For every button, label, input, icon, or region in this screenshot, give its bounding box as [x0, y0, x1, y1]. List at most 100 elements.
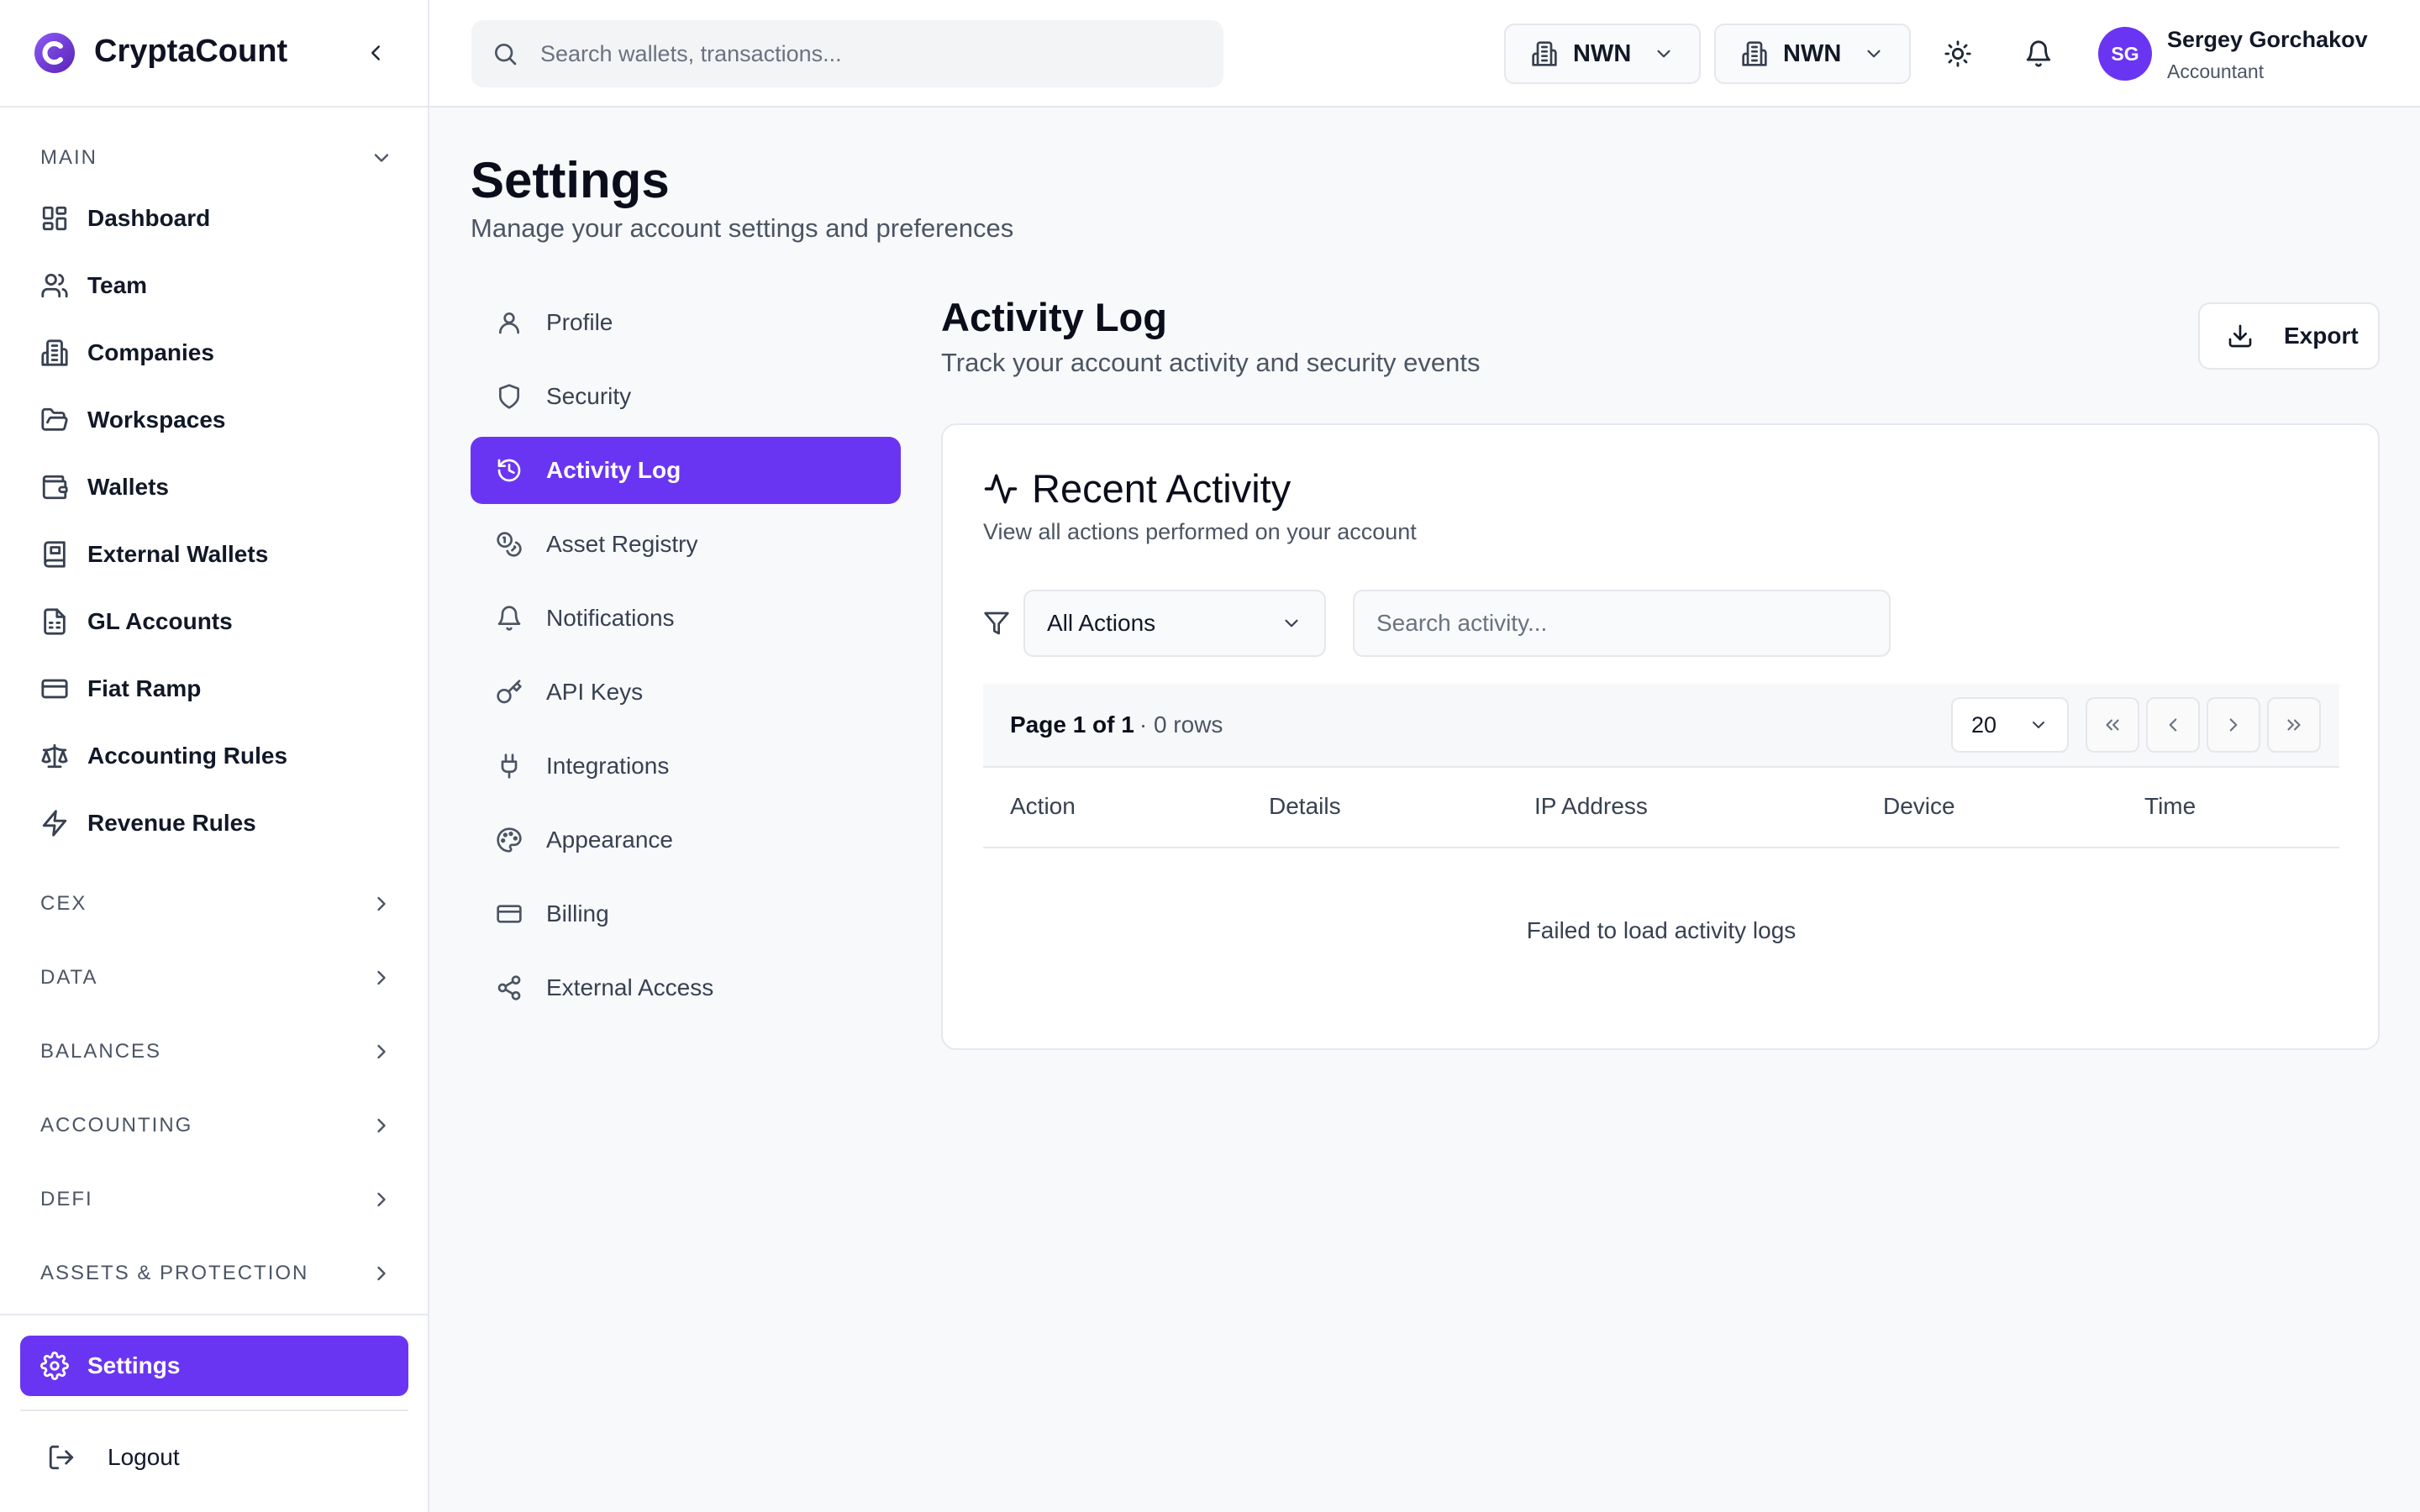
- settings-tab-label: Profile: [546, 309, 613, 335]
- gear-icon: [40, 1352, 69, 1380]
- page-size-select[interactable]: 20: [1951, 697, 2069, 753]
- page-size-value: 20: [1971, 711, 1997, 738]
- card-header: Recent Activity: [983, 465, 1291, 512]
- chevron-down-icon: [1281, 612, 1302, 634]
- building-icon: [1531, 40, 1558, 67]
- activity-search-input[interactable]: Search activity...: [1353, 590, 1891, 657]
- sidebar-item-workspaces[interactable]: Workspaces: [20, 393, 408, 447]
- app-logo-icon: [34, 32, 76, 74]
- download-icon: [2227, 323, 2254, 349]
- sidebar-item-label: GL Accounts: [87, 608, 233, 634]
- chevron-down-icon: [1653, 43, 1675, 65]
- notifications-bell-icon[interactable]: [2024, 39, 2053, 68]
- settings-tab-label: Billing: [546, 900, 609, 927]
- user-name[interactable]: Sergey Gorchakov: [2167, 27, 2368, 53]
- section-label: DATA: [40, 966, 98, 989]
- settings-tab-label: Security: [546, 383, 632, 409]
- book-icon: [40, 540, 69, 569]
- column-header-device[interactable]: Device: [1883, 793, 1955, 820]
- building-icon: [40, 339, 69, 367]
- chevron-right-icon: [370, 1114, 393, 1137]
- settings-tab-security[interactable]: Security: [471, 363, 901, 430]
- settings-tab-external-access[interactable]: External Access: [471, 954, 901, 1021]
- settings-tab-activity-log[interactable]: Activity Log: [471, 437, 901, 504]
- sidebar-item-fiat-ramp[interactable]: Fiat Ramp: [20, 662, 408, 716]
- section-balances[interactable]: BALANCES: [40, 1035, 393, 1068]
- column-header-details[interactable]: Details: [1269, 793, 1341, 820]
- global-search-input[interactable]: Search wallets, transactions...: [471, 20, 1223, 87]
- search-icon: [492, 40, 518, 67]
- chevron-down-icon: [370, 146, 393, 170]
- sidebar-item-external-wallets[interactable]: External Wallets: [20, 528, 408, 581]
- sidebar-item-label: External Wallets: [87, 541, 269, 567]
- sidebar-item-label: Companies: [87, 339, 214, 365]
- section-cex[interactable]: CEX: [40, 887, 393, 921]
- brand-header: CryptaCount: [0, 0, 428, 108]
- chevron-right-icon: [370, 1262, 393, 1285]
- section-label: CEX: [40, 892, 87, 915]
- prev-page-button[interactable]: [2146, 697, 2200, 753]
- next-page-button[interactable]: [2207, 697, 2260, 753]
- history-icon: [496, 457, 523, 484]
- plug-icon: [496, 753, 523, 780]
- activity-icon: [983, 471, 1018, 507]
- sidebar-divider: [20, 1410, 408, 1411]
- settings-tab-billing[interactable]: Billing: [471, 880, 901, 948]
- sidebar-item-team[interactable]: Team: [20, 259, 408, 312]
- settings-tab-integrations[interactable]: Integrations: [471, 732, 901, 800]
- chevrons-right-icon: [2283, 714, 2305, 736]
- first-page-button[interactable]: [2086, 697, 2139, 753]
- dashboard-icon: [40, 204, 69, 233]
- share-icon: [496, 974, 523, 1001]
- sidebar-item-label: Workspaces: [87, 407, 226, 433]
- logout-button[interactable]: Logout: [47, 1432, 180, 1483]
- settings-tab-api-keys[interactable]: API Keys: [471, 659, 901, 726]
- sidebar-item-label: Fiat Ramp: [87, 675, 202, 701]
- settings-tab-label: Appearance: [546, 827, 674, 853]
- row-count: · 0 rows: [1139, 711, 1223, 738]
- settings-tab-notifications[interactable]: Notifications: [471, 585, 901, 652]
- theme-toggle-sun-icon[interactable]: [1944, 39, 1972, 68]
- sidebar-item-label: Wallets: [87, 474, 169, 500]
- column-header-action[interactable]: Action: [1010, 793, 1076, 820]
- sidebar-item-gl-accounts[interactable]: GL Accounts: [20, 595, 408, 648]
- sidebar-item-label: Settings: [87, 1352, 181, 1378]
- section-data[interactable]: DATA: [40, 961, 393, 995]
- sidebar-item-revenue-rules[interactable]: Revenue Rules: [20, 796, 408, 850]
- settings-tab-appearance[interactable]: Appearance: [471, 806, 901, 874]
- section-assets-protection[interactable]: ASSETS & PROTECTION: [40, 1257, 393, 1290]
- sidebar-item-settings[interactable]: Settings: [20, 1336, 408, 1396]
- credit-card-icon: [40, 675, 69, 703]
- settings-tab-profile[interactable]: Profile: [471, 289, 901, 356]
- last-page-button[interactable]: [2267, 697, 2321, 753]
- card-title: Recent Activity: [1032, 466, 1292, 511]
- section-accounting[interactable]: ACCOUNTING: [40, 1109, 393, 1142]
- page-title: Settings: [471, 152, 670, 208]
- settings-tab-label: API Keys: [546, 679, 644, 705]
- column-header-time[interactable]: Time: [2144, 793, 2196, 820]
- sidebar-item-accounting-rules[interactable]: Accounting Rules: [20, 729, 408, 783]
- search-placeholder: Search wallets, transactions...: [540, 40, 842, 66]
- credit-card-icon: [496, 900, 523, 927]
- sidebar-item-companies[interactable]: Companies: [20, 326, 408, 380]
- company-select-value: NWN: [1573, 39, 1632, 67]
- palette-icon: [496, 827, 523, 853]
- scale-icon: [40, 742, 69, 770]
- section-main[interactable]: MAIN: [40, 141, 393, 175]
- sidebar-item-dashboard[interactable]: Dashboard: [20, 192, 408, 245]
- topbar: Search wallets, transactions... NWN NWN …: [429, 0, 2420, 108]
- export-button[interactable]: Export: [2198, 302, 2380, 370]
- section-subtitle: Track your account activity and security…: [941, 348, 1481, 377]
- section-label: ACCOUNTING: [40, 1114, 193, 1137]
- section-defi[interactable]: DEFI: [40, 1183, 393, 1216]
- collapse-sidebar-icon[interactable]: [363, 40, 388, 66]
- sidebar: CryptaCount MAIN Dashboard Team Companie…: [0, 0, 429, 1512]
- action-filter-select[interactable]: All Actions: [1023, 590, 1326, 657]
- column-header-ip-address[interactable]: IP Address: [1534, 793, 1648, 820]
- sidebar-item-wallets[interactable]: Wallets: [20, 460, 408, 514]
- user-avatar[interactable]: SG: [2098, 27, 2152, 81]
- settings-tab-asset-registry[interactable]: Asset Registry: [471, 511, 901, 578]
- company-select[interactable]: NWN: [1504, 24, 1701, 84]
- sidebar-divider: [0, 1314, 428, 1315]
- workspace-select[interactable]: NWN: [1714, 24, 1911, 84]
